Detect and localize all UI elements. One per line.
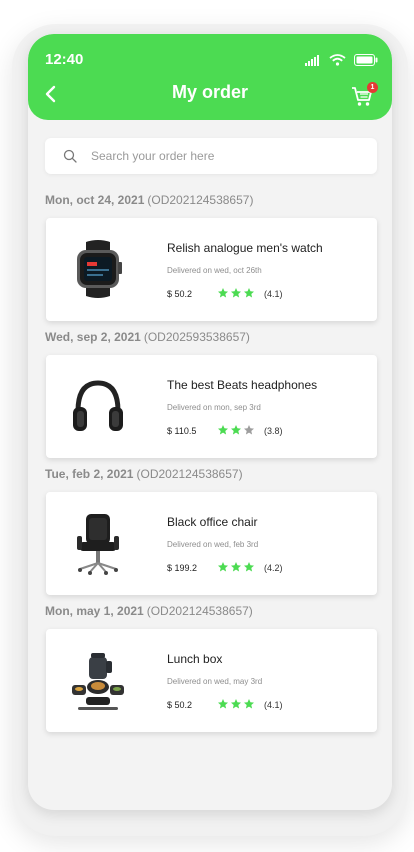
rating-stars	[217, 698, 255, 710]
product-name: Black office chair	[167, 515, 258, 529]
battery-icon	[354, 54, 378, 66]
rating-stars	[217, 287, 255, 299]
search-bar	[45, 138, 377, 174]
order-id: (OD202124538657)	[147, 193, 254, 207]
delivery-status: Delivered on wed, may 3rd	[167, 677, 263, 686]
delivery-status: Delivered on mon, sep 3rd	[167, 403, 261, 412]
star-filled-icon	[231, 699, 241, 709]
star-empty-icon	[244, 425, 254, 435]
product-price: $ 50.2	[167, 289, 193, 299]
star-filled-icon	[218, 425, 228, 435]
rating-stars	[217, 424, 255, 436]
rating-value: (3.8)	[264, 426, 283, 436]
star-filled-icon	[244, 288, 254, 298]
order-id: (OD202124538657)	[136, 467, 243, 481]
order-card[interactable]: Lunch box Delivered on wed, may 3rd $ 50…	[46, 629, 377, 732]
page-title: My order	[171, 82, 249, 102]
cart-button[interactable]: 1	[350, 82, 378, 108]
order-date: Tue, feb 2, 2021	[45, 467, 134, 481]
product-name: Relish analogue men's watch	[167, 241, 323, 255]
star-filled-icon	[231, 562, 241, 572]
app-header: 12:40 My order 1	[28, 34, 392, 120]
rating-stars	[217, 561, 255, 573]
status-time: 12:40	[45, 51, 84, 68]
order-card[interactable]: Black office chair Delivered on wed, feb…	[46, 492, 377, 595]
lunch-box-icon	[72, 653, 124, 710]
order-date-header: Mon, may 1, 2021 (OD202124538657)	[45, 604, 253, 618]
wifi-icon	[329, 54, 346, 66]
order-card[interactable]: Relish analogue men's watch Delivered on…	[46, 218, 377, 321]
product-price: $ 50.2	[167, 700, 193, 710]
rating-value: (4.1)	[264, 700, 283, 710]
star-filled-icon	[244, 562, 254, 572]
order-id: (OD202593538657)	[143, 330, 250, 344]
order-date-header: Mon, oct 24, 2021 (OD202124538657)	[45, 193, 253, 207]
rating-value: (4.1)	[264, 289, 283, 299]
star-filled-icon	[218, 288, 228, 298]
order-date: Mon, may 1, 2021	[45, 604, 144, 618]
star-filled-icon	[244, 699, 254, 709]
cart-badge: 1	[367, 82, 378, 93]
product-name: The best Beats headphones	[167, 378, 318, 392]
order-date: Wed, sep 2, 2021	[45, 330, 141, 344]
smartwatch-icon	[77, 240, 122, 298]
product-price: $ 199.2	[167, 563, 198, 573]
star-filled-icon	[231, 288, 241, 298]
product-price: $ 110.5	[167, 426, 197, 436]
order-id: (OD202124538657)	[146, 604, 253, 618]
order-date: Mon, oct 24, 2021	[45, 193, 145, 207]
status-icons	[305, 54, 378, 66]
order-date-header: Tue, feb 2, 2021 (OD202124538657)	[45, 467, 243, 481]
star-filled-icon	[231, 425, 241, 435]
rating-value: (4.2)	[264, 563, 283, 573]
star-filled-icon	[218, 699, 228, 709]
product-name: Lunch box	[167, 652, 223, 666]
search-icon	[63, 149, 77, 163]
delivery-status: Delivered on wed, feb 3rd	[167, 540, 259, 549]
order-date-header: Wed, sep 2, 2021 (OD202593538657)	[45, 330, 250, 344]
delivery-status: Delivered on wed, oct 26th	[167, 266, 262, 275]
order-card[interactable]: The best Beats headphones Delivered on m…	[46, 355, 377, 458]
office-chair-icon	[77, 514, 119, 575]
star-filled-icon	[218, 562, 228, 572]
headphones-icon	[73, 380, 123, 431]
phone-screen: 12:40 My order 1 Search your order here …	[28, 34, 392, 810]
search-input[interactable]	[91, 138, 361, 174]
signal-icon	[305, 54, 319, 66]
